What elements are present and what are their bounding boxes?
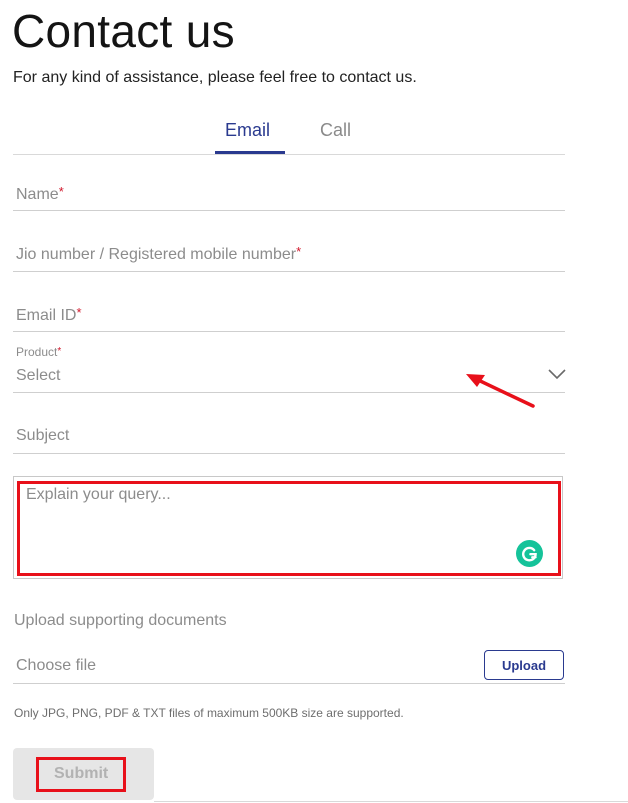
upload-heading: Upload supporting documents [14, 612, 227, 629]
product-select[interactable]: Select [16, 367, 60, 385]
name-field-underline [13, 210, 565, 211]
email-placeholder: Email ID [16, 307, 77, 324]
mobile-number-placeholder: Jio number / Registered mobile number [16, 246, 297, 263]
required-marker: * [76, 305, 82, 320]
page-subtitle: For any kind of assistance, please feel … [13, 69, 417, 86]
required-marker: * [57, 346, 62, 357]
mobile-field-underline [13, 271, 565, 272]
email-field-underline [13, 331, 565, 332]
name-placeholder: Name [16, 186, 59, 203]
upload-note: Only JPG, PNG, PDF & TXT files of maximu… [14, 706, 404, 720]
query-placeholder: Explain your query... [26, 486, 171, 503]
product-label: Product* [16, 345, 61, 359]
tabs-divider [13, 154, 565, 155]
subject-field-underline [13, 453, 565, 454]
name-field[interactable]: Name* [16, 184, 64, 204]
required-marker: * [296, 244, 302, 259]
grammarly-icon[interactable] [516, 540, 543, 567]
choose-file-underline [13, 683, 565, 684]
subject-field[interactable]: Subject [16, 427, 69, 445]
required-marker: * [58, 184, 64, 199]
page-title: Contact us [12, 5, 235, 57]
grammarly-glyph [522, 546, 537, 562]
subject-placeholder: Subject [16, 427, 70, 444]
chevron-down-icon[interactable] [548, 368, 566, 380]
upload-button[interactable]: Upload [484, 650, 564, 680]
product-label-text: Product [16, 345, 58, 359]
bottom-divider [154, 801, 628, 802]
email-field[interactable]: Email ID* [16, 305, 82, 325]
tab-email[interactable]: Email [225, 120, 270, 141]
mobile-number-field[interactable]: Jio number / Registered mobile number* [16, 244, 301, 264]
submit-button-label: Submit [54, 765, 109, 782]
choose-file-field[interactable]: Choose file [16, 657, 96, 675]
red-arrow-annotation [466, 374, 535, 408]
tab-call[interactable]: Call [320, 120, 351, 141]
